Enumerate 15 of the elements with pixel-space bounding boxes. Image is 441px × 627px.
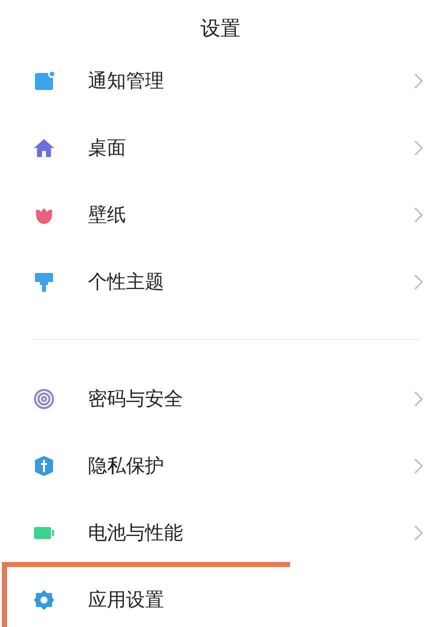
settings-item[interactable]: 桌面 xyxy=(0,114,441,181)
settings-item[interactable]: 隐私保护 xyxy=(0,432,441,499)
settings-item[interactable]: 电池与性能 xyxy=(0,499,441,566)
settings-item[interactable]: 通知管理 xyxy=(0,47,441,114)
paint-roller-icon xyxy=(33,270,55,292)
settings-item[interactable]: 密码与安全 xyxy=(0,365,441,432)
home-icon xyxy=(33,136,55,158)
shield-icon xyxy=(33,454,55,476)
settings-item[interactable]: 壁纸 xyxy=(0,181,441,248)
settings-item[interactable]: 应用设置 xyxy=(0,566,441,627)
settings-item[interactable]: 个性主题 xyxy=(0,248,441,315)
notification-icon xyxy=(33,70,55,92)
gear-icon xyxy=(33,588,55,610)
fingerprint-icon xyxy=(33,388,55,410)
page-title: 设置 xyxy=(200,15,240,42)
